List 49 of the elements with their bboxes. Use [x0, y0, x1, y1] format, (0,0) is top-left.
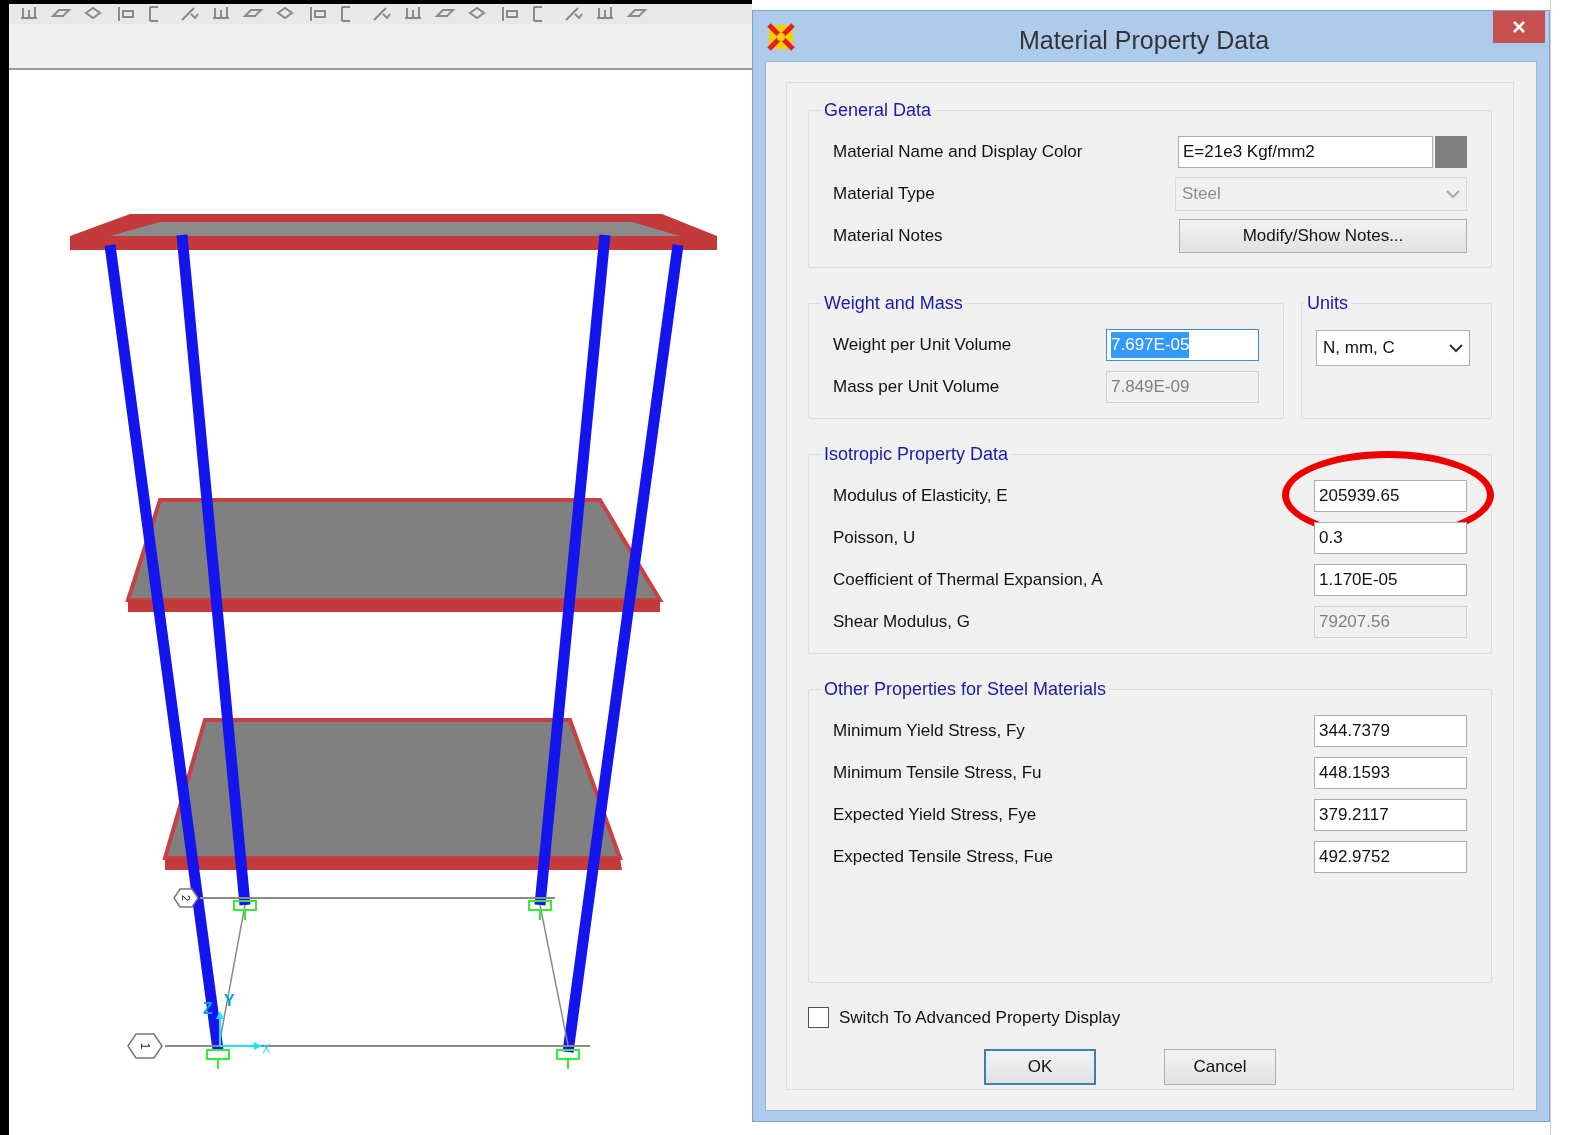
app-icon [767, 23, 795, 51]
field-label: Expected Yield Stress, Fye [833, 804, 1037, 827]
chevron-down-icon [1446, 189, 1460, 199]
group-title: General Data [823, 99, 933, 122]
tool-icon[interactable] [115, 4, 137, 24]
group-title: Units [1306, 292, 1349, 315]
checkbox-label: Switch To Advanced Property Display [839, 1007, 1121, 1029]
field-label: Modulus of Elasticity, E [833, 485, 1008, 508]
group-title: Isotropic Property Data [823, 443, 1010, 466]
field-label: Material Notes [833, 225, 943, 248]
tool-icon[interactable] [499, 4, 521, 24]
field-label: Mass per Unit Volume [833, 376, 1000, 399]
modify-notes-button[interactable]: Modify/Show Notes... [1179, 219, 1467, 253]
field-label: Material Type [833, 183, 935, 206]
input-field[interactable]: 379.2117 [1314, 799, 1467, 831]
close-button[interactable] [1493, 11, 1545, 43]
axis-arrows [216, 1011, 262, 1050]
tool-icon[interactable] [307, 4, 329, 24]
field-label: Expected Tensile Stress, Fue [833, 846, 1053, 869]
grid-bubble [127, 1033, 163, 1059]
group-title: Other Properties for Steel Materials [823, 678, 1108, 701]
checkbox[interactable] [808, 1007, 829, 1029]
close-icon [1512, 20, 1526, 34]
chevron-down-icon [1449, 343, 1463, 353]
input-field[interactable]: 448.1593 [1314, 757, 1467, 789]
input-field[interactable]: 0.3 [1314, 522, 1467, 554]
window-title: Material Property Data [1017, 25, 1271, 56]
input-field[interactable]: 1.170E-05 [1314, 564, 1467, 596]
axis-label: X [262, 1041, 271, 1056]
input-field[interactable]: 205939.65 [1314, 480, 1467, 512]
field-label: Weight per Unit Volume [833, 334, 1012, 357]
grid-label: 2 [180, 894, 192, 902]
field-label: Minimum Yield Stress, Fy [833, 720, 1025, 743]
dialog-button[interactable]: OK [984, 1048, 1096, 1085]
dialog-button[interactable]: Cancel [1164, 1048, 1276, 1085]
grid-label: 1 [138, 1042, 152, 1050]
grid-bubble [173, 888, 199, 908]
units-select[interactable]: N, mm, C [1316, 330, 1470, 366]
field-label: Shear Modulus, G [833, 611, 970, 634]
field-label: Coefficient of Thermal Expansion, A [833, 569, 1103, 592]
field-label: Minimum Tensile Stress, Fu [833, 762, 1042, 785]
group-title: Weight and Mass [823, 292, 964, 315]
axis-label: Y [224, 992, 235, 1009]
color-swatch[interactable] [1435, 136, 1467, 168]
input-field[interactable]: 344.7379 [1314, 715, 1467, 747]
field-label: Poisson, U [833, 527, 916, 550]
field-label: Material Name and Display Color [833, 141, 1083, 164]
input-field[interactable]: 492.9752 [1314, 841, 1467, 873]
name-field[interactable]: E=21e3 Kgf/mm2 [1178, 136, 1433, 168]
